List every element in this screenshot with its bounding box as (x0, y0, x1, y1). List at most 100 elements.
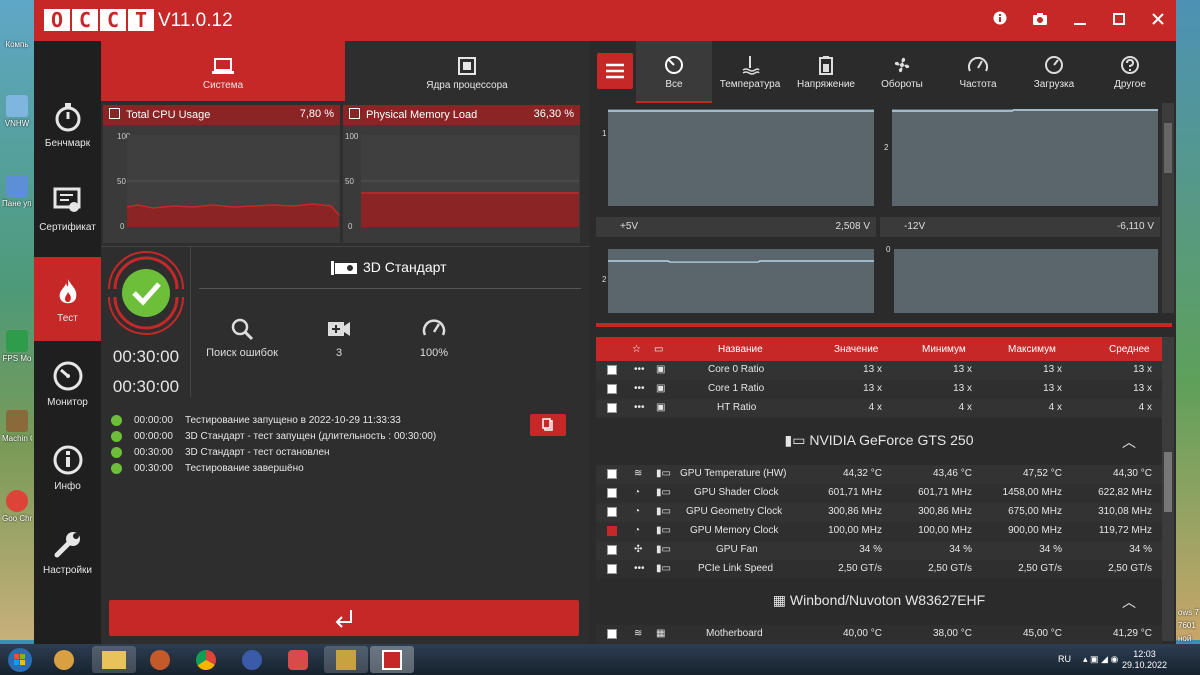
desktop-icon-fps[interactable]: FPS Mo (2, 330, 32, 363)
start-test-button[interactable] (109, 600, 579, 636)
row-checkbox[interactable] (607, 365, 617, 375)
taskbar-app-archive[interactable] (324, 646, 368, 673)
row-checkbox[interactable] (607, 507, 617, 517)
sensor-min: 4 x (958, 402, 972, 413)
table-row[interactable]: ≋ ▦ Motherboard 40,00 °C 38,00 °C 45,00 °C 41,… (596, 625, 1162, 644)
row-checkbox[interactable] (607, 488, 617, 498)
star-icon[interactable]: ☆ (632, 344, 641, 355)
row-checkbox[interactable] (607, 403, 617, 413)
column-max[interactable]: Максимум (1008, 344, 1056, 355)
table-row[interactable]: ••• ▣ HT Ratio 4 x 4 x 4 x 4 x (596, 399, 1162, 418)
table-row[interactable]: ◔ ▮▭ GPU Shader Clock 601,71 MHz 601,71 MHz 1… (596, 484, 1162, 503)
panel-splitter[interactable] (596, 323, 1172, 327)
taskbar-app-globe[interactable] (230, 646, 274, 673)
option-error-check[interactable]: Поиск ошибок (197, 317, 287, 359)
language-indicator[interactable]: RU (1058, 654, 1071, 664)
tab-frequency[interactable]: Частота (940, 41, 1016, 103)
more-icon[interactable]: ••• (634, 383, 645, 394)
group-header-gpu[interactable]: ▮▭ NVIDIA GeForce GTS 250 ︿ (596, 432, 1162, 452)
more-icon[interactable]: ••• (634, 364, 645, 375)
clock[interactable]: 12:03 29.10.2022 (1122, 649, 1167, 671)
tab-load[interactable]: Загрузка (1016, 41, 1092, 103)
sensor-name: GPU Temperature (HW) (680, 468, 787, 479)
taskbar-chrome[interactable] (184, 646, 228, 673)
question-icon (1121, 56, 1139, 74)
row-checkbox[interactable] (607, 384, 617, 394)
table-scrollbar[interactable] (1162, 337, 1174, 641)
sensor-max: 45,00 °C (1022, 628, 1062, 639)
camera-icon[interactable] (1029, 9, 1051, 31)
row-checkbox[interactable] (607, 564, 617, 574)
copy-log-button[interactable] (530, 414, 566, 436)
column-min[interactable]: Минимум (922, 344, 966, 355)
success-dot-icon (111, 415, 122, 426)
start-button[interactable] (2, 646, 38, 673)
row-checkbox-checked[interactable] (607, 526, 617, 536)
maximize-icon[interactable] (1108, 9, 1130, 31)
title-bar[interactable]: O C C T V11.0.12 (34, 0, 1176, 41)
sensor-avg: 13 x (1133, 364, 1152, 375)
menu-button[interactable] (597, 53, 633, 89)
info-icon[interactable] (989, 9, 1011, 31)
option-load[interactable]: 100% (389, 317, 479, 359)
copy-icon (542, 418, 553, 431)
sidebar-item-settings[interactable]: Настройки (34, 509, 101, 593)
group-header-motherboard[interactable]: ▦ Winbond/Nuvoton W83627EHF ︿ (596, 592, 1162, 612)
log-text: Тестирование завершёно (184, 463, 304, 474)
more-icon[interactable]: ••• (634, 402, 645, 413)
cpu-usage-graph: 100 50 0 (117, 132, 340, 231)
collapse-icon[interactable]: ︿ (1122, 432, 1136, 452)
tab-system[interactable]: Система (101, 41, 345, 101)
taskbar-occt[interactable] (370, 646, 414, 673)
desktop-icon-vnhw[interactable]: VNHW (2, 95, 32, 128)
column-avg[interactable]: Среднее (1109, 344, 1150, 355)
graph-line (892, 109, 1158, 112)
laptop-icon: ▭ (654, 344, 664, 355)
desktop-icon-chrome[interactable]: Goo Chro (2, 490, 32, 523)
tab-temperature[interactable]: Температура (712, 41, 788, 103)
option-label: 3 (335, 347, 343, 359)
desktop-icon-computer[interactable]: Компь (2, 40, 32, 49)
taskbar-app-chicken[interactable] (44, 646, 84, 673)
table-row[interactable]: ✣ ▮▭ GPU Fan 34 % 34 % 34 % 34 % (596, 541, 1162, 560)
tab-cpu-cores[interactable]: Ядра процессора (345, 41, 589, 101)
row-checkbox[interactable] (607, 629, 617, 639)
column-name[interactable]: Название (718, 344, 763, 355)
tab-other[interactable]: Другое (1092, 41, 1168, 103)
game-icon (6, 410, 28, 432)
option-shader[interactable]: 3 (294, 317, 384, 359)
sidebar-item-monitor[interactable]: Монитор (34, 341, 101, 425)
collapse-icon[interactable]: ︿ (1122, 592, 1136, 612)
sidebar-item-certificate[interactable]: Сертификат (34, 166, 101, 250)
sensor-avg: 34 % (1129, 544, 1152, 555)
taskbar-explorer[interactable] (92, 646, 136, 673)
taskbar-app-media[interactable] (138, 646, 182, 673)
tab-voltage[interactable]: Напряжение (788, 41, 864, 103)
sidebar-item-benchmark[interactable]: Бенчмарк (34, 82, 101, 166)
sidebar-item-test[interactable]: Тест (34, 257, 101, 341)
tray-icons[interactable]: ▴ ▣ ◢ ◉ (1083, 654, 1118, 665)
table-row[interactable]: ◔ ▮▭ GPU Geometry Clock 300,86 MHz 300,86 MH… (596, 503, 1162, 522)
more-icon[interactable]: ≋ (634, 468, 642, 479)
row-checkbox[interactable] (607, 545, 617, 555)
close-icon[interactable] (1147, 9, 1169, 31)
table-row[interactable]: ••• ▣ Core 0 Ratio 13 x 13 x 13 x 13 x (596, 361, 1162, 380)
sidebar-item-label: Инфо (54, 481, 81, 492)
table-row[interactable]: ••• ▣ Core 1 Ratio 13 x 13 x 13 x 13 x (596, 380, 1162, 399)
sidebar-item-info[interactable]: Инфо (34, 425, 101, 509)
table-row[interactable]: ≋ ▮▭ GPU Temperature (HW) 44,32 °C 43,46 °C 4… (596, 465, 1162, 484)
desktop-icon-control-panel[interactable]: Пане управ (2, 175, 32, 208)
row-checkbox[interactable] (607, 469, 617, 479)
chart-value: 7,80 % (299, 108, 334, 120)
column-value[interactable]: Значение (834, 344, 878, 355)
table-row[interactable]: ••• ▮▭ PCIe Link Speed 2,50 GT/s 2,50 GT/s 2,… (596, 560, 1162, 579)
taskbar-app-game[interactable] (276, 646, 320, 673)
tab-all[interactable]: Все (636, 41, 712, 103)
sensor-avg: 310,08 MHz (1098, 506, 1152, 517)
desktop-icon-machinarium[interactable]: Machin Collecto (2, 410, 32, 443)
tab-fans[interactable]: Обороты (864, 41, 940, 103)
table-row[interactable]: ◔ ▮▭ GPU Memory Clock 100,00 MHz 100,00 MHz 9… (596, 522, 1162, 541)
more-icon[interactable]: ••• (634, 563, 645, 574)
minimize-icon[interactable] (1069, 9, 1091, 31)
graphs-scrollbar[interactable] (1162, 103, 1174, 313)
